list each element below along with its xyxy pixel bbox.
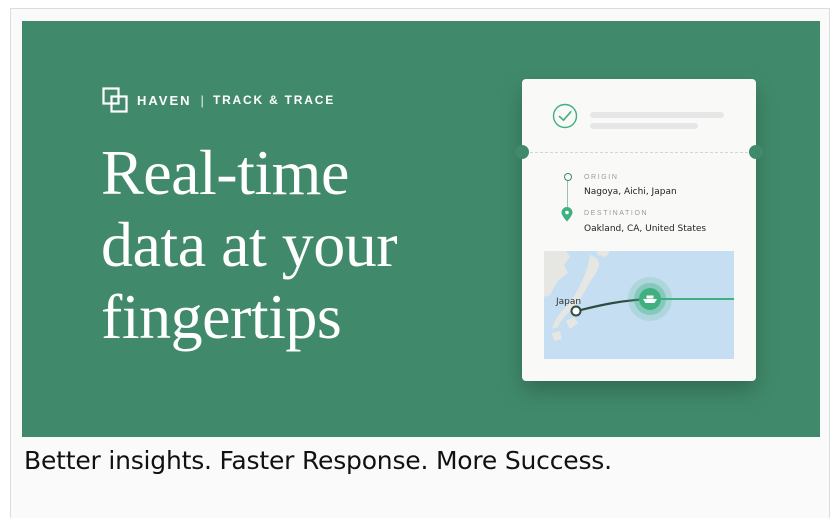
promo-banner[interactable]: HAVEN | TRACK & TRACE Real-time data at …: [22, 21, 820, 437]
placeholder-line: [590, 123, 698, 129]
brand-name: HAVEN: [137, 92, 192, 108]
route-connector: [567, 181, 568, 207]
headline-line: Real-time: [101, 137, 349, 208]
origin-label: ORIGIN: [584, 174, 619, 181]
headline-line: data at your: [101, 209, 398, 280]
destination-label: DESTINATION: [584, 210, 649, 217]
ticket-notch: [515, 145, 529, 159]
brand-separator: |: [200, 92, 204, 108]
tagline: Better insights. Faster Response. More S…: [24, 446, 612, 475]
ticket-notch: [749, 145, 763, 159]
placeholder-line: [590, 112, 724, 118]
map-label-japan: Japan: [556, 297, 582, 307]
origin-marker: [564, 173, 572, 181]
haven-logo-icon: [102, 87, 128, 113]
check-circle-icon: [552, 103, 578, 129]
brand-product: TRACK & TRACE: [212, 93, 335, 107]
destination-pin-icon: [561, 207, 573, 222]
shipment-ticket-card: ORIGIN Nagoya, Aichi, Japan DESTINATION …: [515, 79, 763, 381]
headline: Real-time data at your fingertips: [101, 137, 481, 353]
route-map[interactable]: Japan: [544, 251, 734, 359]
origin-city: Nagoya, Aichi, Japan: [584, 187, 677, 197]
brand-lockup: HAVEN | TRACK & TRACE: [102, 87, 335, 113]
destination-city: Oakland, CA, United States: [584, 224, 707, 234]
headline-line: fingertips: [101, 281, 342, 352]
ticket-tear-line: [530, 152, 748, 153]
